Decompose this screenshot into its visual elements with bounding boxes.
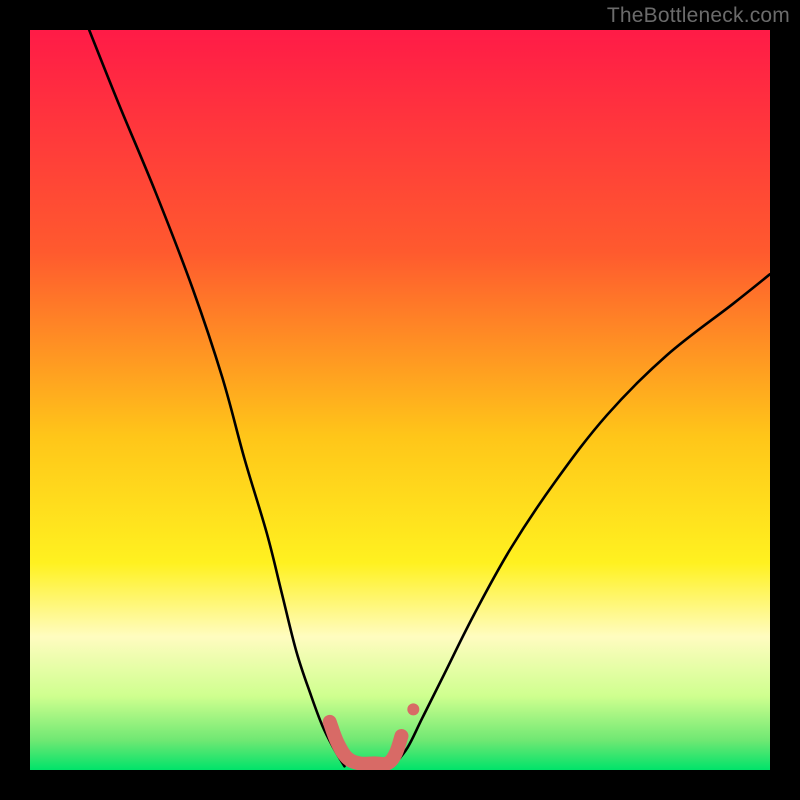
watermark-text: TheBottleneck.com [607,4,790,28]
highlight-dot [407,703,419,715]
chart-svg [30,30,770,770]
chart-frame: TheBottleneck.com [0,0,800,800]
plot-area [30,30,770,770]
gradient-bg [30,30,770,770]
